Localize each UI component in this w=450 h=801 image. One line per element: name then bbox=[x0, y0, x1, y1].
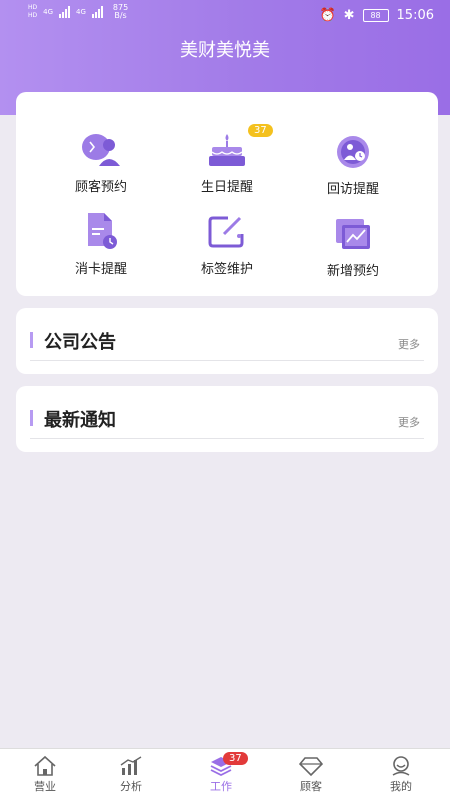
followup-reminder-icon bbox=[337, 136, 369, 168]
notices-more-link[interactable]: 更多 bbox=[398, 414, 420, 430]
alarm-icon: ⏰ bbox=[319, 8, 336, 23]
feature-tag-maintenance-label: 标签维护 bbox=[200, 262, 253, 277]
notices-title: 最新通知 bbox=[44, 410, 116, 431]
clock: 15:06 bbox=[396, 8, 434, 23]
notices-card: 最新通知 更多 bbox=[16, 386, 438, 452]
app-title: 美财美悦美 bbox=[180, 40, 270, 61]
feature-new-appointment[interactable]: 新增预约 bbox=[293, 216, 413, 279]
status-left: HD HD 4G 4G 875 B/s bbox=[28, 4, 128, 20]
user-profile-icon bbox=[392, 756, 410, 776]
status-right: ⏰ ✱ 88 15:06 bbox=[319, 8, 434, 23]
bar-chart-icon bbox=[120, 756, 142, 775]
feature-followup-reminder[interactable]: 回访提醒 bbox=[293, 134, 413, 197]
accent-bar bbox=[30, 410, 33, 426]
document-clock-icon bbox=[88, 213, 117, 249]
announcements-header: 公司公告 更多 bbox=[30, 328, 424, 361]
new-appointment-icon bbox=[336, 219, 370, 249]
net1-label: 4G bbox=[43, 8, 54, 16]
tab-analysis[interactable]: 分析 bbox=[86, 749, 176, 801]
diamond-icon bbox=[299, 757, 323, 777]
status-bar: HD HD 4G 4G 875 B/s ⏰ ✱ 88 15:06 bbox=[0, 0, 450, 30]
tab-business-label: 营业 bbox=[34, 780, 56, 793]
signal-bars-2-icon bbox=[91, 6, 103, 18]
customer-appointment-icon bbox=[82, 134, 120, 166]
tab-customers-label: 顾客 bbox=[300, 780, 322, 793]
accent-bar bbox=[30, 332, 33, 348]
feature-tag-maintenance[interactable]: 标签维护 bbox=[167, 214, 287, 277]
bluetooth-icon: ✱ bbox=[343, 8, 355, 23]
tab-analysis-label: 分析 bbox=[120, 780, 142, 793]
signal-bars-1-icon bbox=[59, 6, 71, 18]
feature-grid-card: 顾客预约 生日提醒 37 回访提醒 消卡提醒 标签维护 新增预约 bbox=[16, 92, 438, 296]
sim2-label: HD bbox=[28, 12, 38, 19]
notices-header: 最新通知 更多 bbox=[30, 406, 424, 439]
feature-customer-appointment-label: 顾客预约 bbox=[74, 180, 127, 195]
tab-mine-label: 我的 bbox=[390, 780, 412, 793]
tab-customers[interactable]: 顾客 bbox=[266, 749, 356, 801]
sim-labels: HD HD bbox=[28, 4, 37, 20]
battery-icon: 88 bbox=[362, 9, 389, 22]
birthday-cake-icon bbox=[209, 134, 245, 166]
feature-card-consumption-reminder-label: 消卡提醒 bbox=[74, 262, 127, 277]
tab-work-label: 工作 bbox=[210, 780, 232, 793]
feature-birthday-reminder-label: 生日提醒 bbox=[200, 180, 253, 195]
announcements-title: 公司公告 bbox=[44, 332, 116, 353]
network-speed-unit: B/s bbox=[114, 11, 127, 20]
feature-followup-reminder-label: 回访提醒 bbox=[326, 182, 379, 197]
bottom-tab-bar: 营业 分析 工作 37 顾客 我的 bbox=[0, 748, 450, 801]
work-count-badge: 37 bbox=[223, 752, 248, 765]
edit-tag-icon bbox=[208, 216, 244, 248]
net2-label: 4G bbox=[76, 8, 86, 16]
announcements-card: 公司公告 更多 bbox=[16, 308, 438, 374]
feature-new-appointment-label: 新增预约 bbox=[326, 264, 379, 279]
tab-work[interactable]: 工作 37 bbox=[176, 749, 266, 801]
home-icon bbox=[34, 755, 56, 776]
tab-mine[interactable]: 我的 bbox=[356, 749, 446, 801]
sim1-label: HD bbox=[28, 4, 38, 11]
announcements-more-link[interactable]: 更多 bbox=[398, 336, 420, 352]
feature-card-consumption-reminder[interactable]: 消卡提醒 bbox=[41, 212, 161, 277]
tab-business[interactable]: 营业 bbox=[0, 749, 90, 801]
feature-birthday-reminder[interactable]: 生日提醒 37 bbox=[167, 124, 287, 195]
network-speed: 875 B/s bbox=[113, 4, 128, 20]
birthday-count-badge: 37 bbox=[248, 124, 273, 137]
feature-customer-appointment[interactable]: 顾客预约 bbox=[41, 132, 161, 195]
